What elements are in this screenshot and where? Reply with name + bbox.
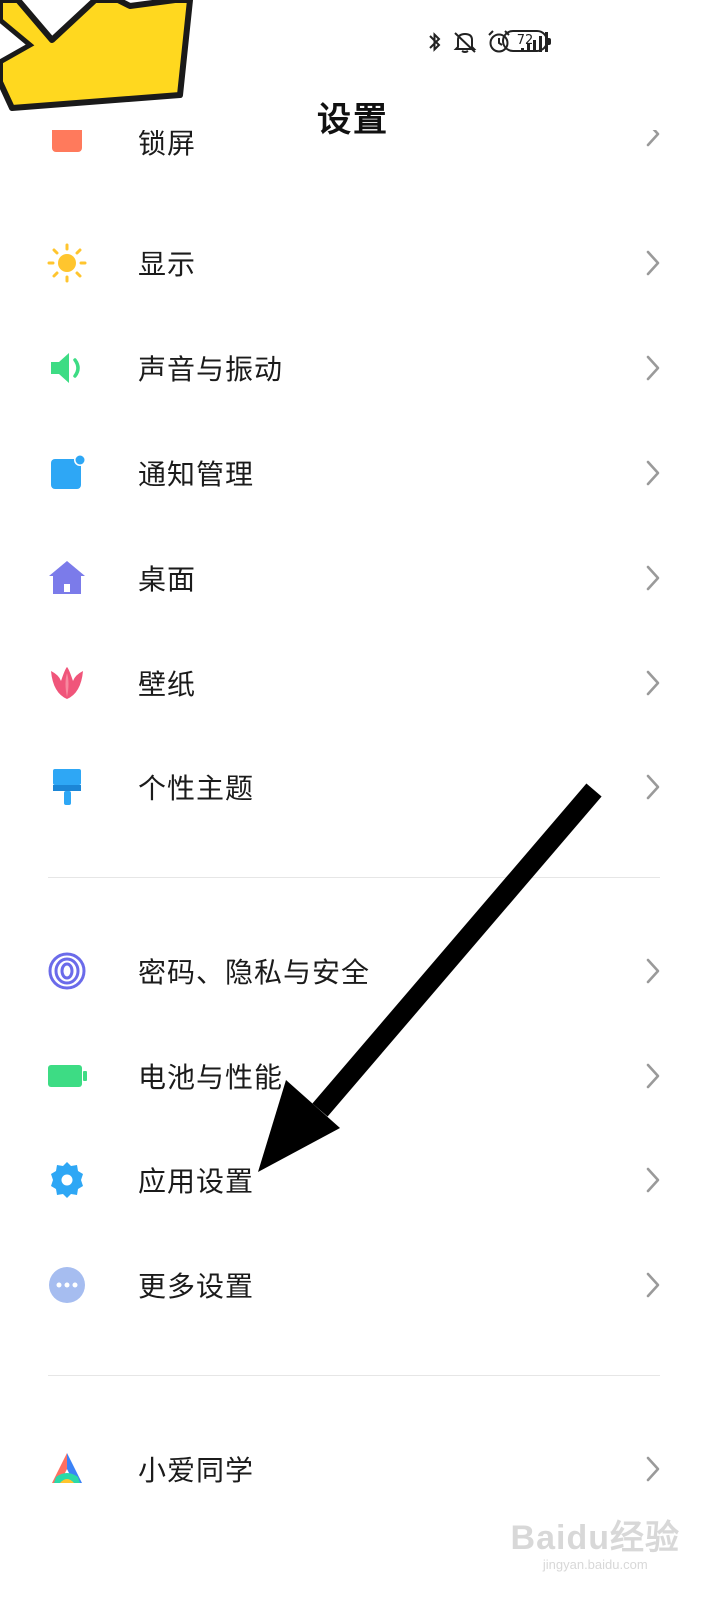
chevron-right-icon — [646, 460, 660, 486]
settings-item-display[interactable]: 显示 — [0, 218, 720, 308]
lock-screen-icon — [46, 130, 88, 158]
section-divider — [48, 1375, 660, 1376]
more-icon — [46, 1264, 88, 1306]
settings-item-xiaoai[interactable]: 小爱同学 — [0, 1424, 720, 1514]
settings-item-label: 锁屏 — [138, 130, 197, 160]
settings-item-label: 更多设置 — [138, 1270, 255, 1303]
chevron-right-icon — [646, 250, 660, 276]
chevron-right-icon — [646, 565, 660, 591]
settings-item-battery-performance[interactable]: 电池与性能 — [0, 1031, 720, 1121]
baidu-watermark: Baidu经验 jingyan.baidu.com — [511, 1510, 680, 1572]
chevron-right-icon — [646, 1456, 660, 1482]
brush-icon — [46, 766, 88, 808]
settings-item-label: 个性主题 — [138, 772, 255, 805]
mute-icon — [453, 32, 477, 53]
battery-indicator: 72 — [502, 30, 551, 52]
watermark-url: jingyan.baidu.com — [542, 1557, 648, 1572]
settings-item-label: 壁纸 — [138, 668, 197, 701]
bluetooth-icon — [429, 32, 441, 52]
settings-item-label: 声音与振动 — [138, 353, 284, 386]
notification-icon — [46, 452, 88, 494]
gear-icon — [46, 1159, 88, 1201]
settings-item-sound-vibration[interactable]: 声音与振动 — [0, 323, 720, 413]
settings-item-label: 通知管理 — [138, 458, 255, 491]
tulip-icon — [46, 662, 88, 704]
settings-item-lock-screen[interactable]: 锁屏 — [0, 130, 720, 190]
sun-icon — [46, 242, 88, 284]
settings-item-label: 桌面 — [138, 563, 197, 596]
settings-item-label: 电池与性能 — [138, 1061, 284, 1094]
chevron-right-icon — [646, 670, 660, 696]
chevron-right-icon — [646, 1063, 660, 1089]
settings-item-label: 应用设置 — [138, 1165, 255, 1198]
settings-item-app-settings[interactable]: 应用设置 — [0, 1135, 720, 1225]
chevron-right-icon — [646, 1167, 660, 1193]
watermark-logo-text: Baidu经验 — [510, 1519, 680, 1557]
settings-item-label: 密码、隐私与安全 — [138, 956, 371, 989]
settings-item-privacy-security[interactable]: 密码、隐私与安全 — [0, 926, 720, 1016]
settings-item-more-settings[interactable]: 更多设置 — [0, 1240, 720, 1330]
settings-item-notifications[interactable]: 通知管理 — [0, 428, 720, 518]
chevron-right-icon — [646, 774, 660, 800]
fingerprint-icon — [46, 950, 88, 992]
settings-item-themes[interactable]: 个性主题 — [0, 742, 720, 832]
settings-item-label: 小爱同学 — [138, 1454, 255, 1487]
chevron-right-icon — [646, 958, 660, 984]
settings-item-label: 显示 — [138, 248, 197, 281]
xiaoai-icon — [46, 1448, 88, 1490]
settings-item-home-screen[interactable]: 桌面 — [0, 533, 720, 623]
chevron-right-icon — [646, 355, 660, 381]
home-icon — [46, 557, 88, 599]
section-divider — [48, 877, 660, 878]
speaker-icon — [46, 347, 88, 389]
chevron-right-icon — [646, 130, 660, 147]
battery-icon — [46, 1055, 88, 1097]
chevron-right-icon — [646, 1272, 660, 1298]
settings-item-wallpaper[interactable]: 壁纸 — [0, 638, 720, 728]
